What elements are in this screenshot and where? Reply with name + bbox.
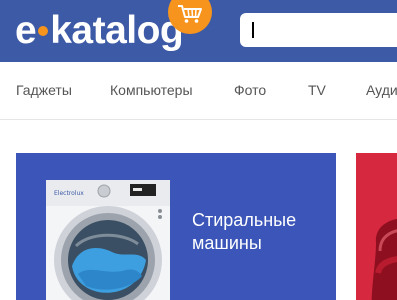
search-input[interactable] — [240, 13, 397, 47]
logo-dot — [38, 25, 49, 36]
category-card-red[interactable] — [356, 153, 397, 300]
washing-machine-image: Electrolux — [46, 180, 170, 300]
category-nav: Гаджеты Компьютеры Фото TV Ауди — [0, 62, 397, 120]
nav-item-gadgets[interactable]: Гаджеты — [16, 82, 72, 98]
logo-text-katalog: katalog — [50, 9, 184, 52]
svg-text:Electrolux: Electrolux — [54, 190, 84, 197]
header: e katalog — [0, 0, 397, 62]
nav-item-audio[interactable]: Ауди — [366, 82, 397, 98]
text-cursor — [252, 22, 254, 38]
nav-item-tv[interactable]: TV — [308, 82, 326, 98]
logo[interactable]: e katalog — [15, 9, 184, 53]
red-appliance-image — [371, 219, 397, 300]
nav-item-photo[interactable]: Фото — [234, 82, 266, 98]
logo-text-e: e — [15, 9, 37, 52]
card-title: Стиральные машины — [192, 210, 297, 253]
nav-item-computers[interactable]: Компьютеры — [110, 82, 193, 98]
category-card-washing-machines[interactable]: Electrolux Стиральные машины — [16, 153, 336, 300]
